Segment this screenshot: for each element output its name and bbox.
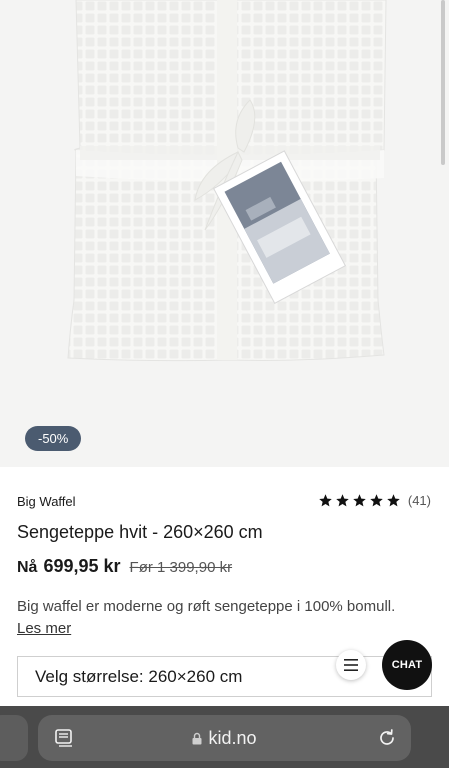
reload-icon[interactable] (377, 728, 397, 748)
star-icon (336, 494, 349, 507)
price-current: 699,95 kr (43, 556, 121, 576)
url-text: kid.no (208, 727, 257, 748)
rating[interactable]: (41) (318, 493, 431, 508)
read-more-link[interactable]: Les mer (17, 620, 71, 637)
price-old: Før 1 399,90 kr (129, 559, 233, 576)
menu-icon (344, 659, 358, 671)
rating-count: (41) (407, 493, 431, 508)
price-row: Nå 699,95 kr Før 1 399,90 kr (17, 556, 232, 577)
star-icon (319, 494, 332, 507)
price-prefix: Nå (17, 559, 38, 576)
product-image[interactable]: -50% (0, 0, 449, 467)
image-scrollbar[interactable] (441, 0, 445, 165)
url-display[interactable]: kid.no (38, 715, 411, 761)
product-title: Sengeteppe hvit - 260×260 cm (17, 522, 263, 542)
menu-button[interactable] (336, 650, 366, 680)
star-icon (370, 494, 383, 507)
star-icon (387, 494, 400, 507)
description-text: Big waffel er moderne og røft sengeteppe… (17, 598, 396, 615)
blanket-photo (67, 0, 387, 362)
address-bar[interactable]: kid.no (38, 715, 411, 761)
star-icon (353, 494, 366, 507)
lock-icon (192, 732, 202, 744)
size-select[interactable]: Velg størrelse: 260×260 cm (17, 656, 432, 697)
browser-bar: kid.no (0, 706, 449, 768)
brand-name[interactable]: Big Waffel (17, 494, 76, 509)
chat-button[interactable]: CHAT (382, 640, 432, 690)
product-description: Big waffel er moderne og røft sengeteppe… (17, 596, 427, 640)
previous-tab[interactable] (0, 715, 28, 761)
discount-badge: -50% (25, 426, 82, 451)
